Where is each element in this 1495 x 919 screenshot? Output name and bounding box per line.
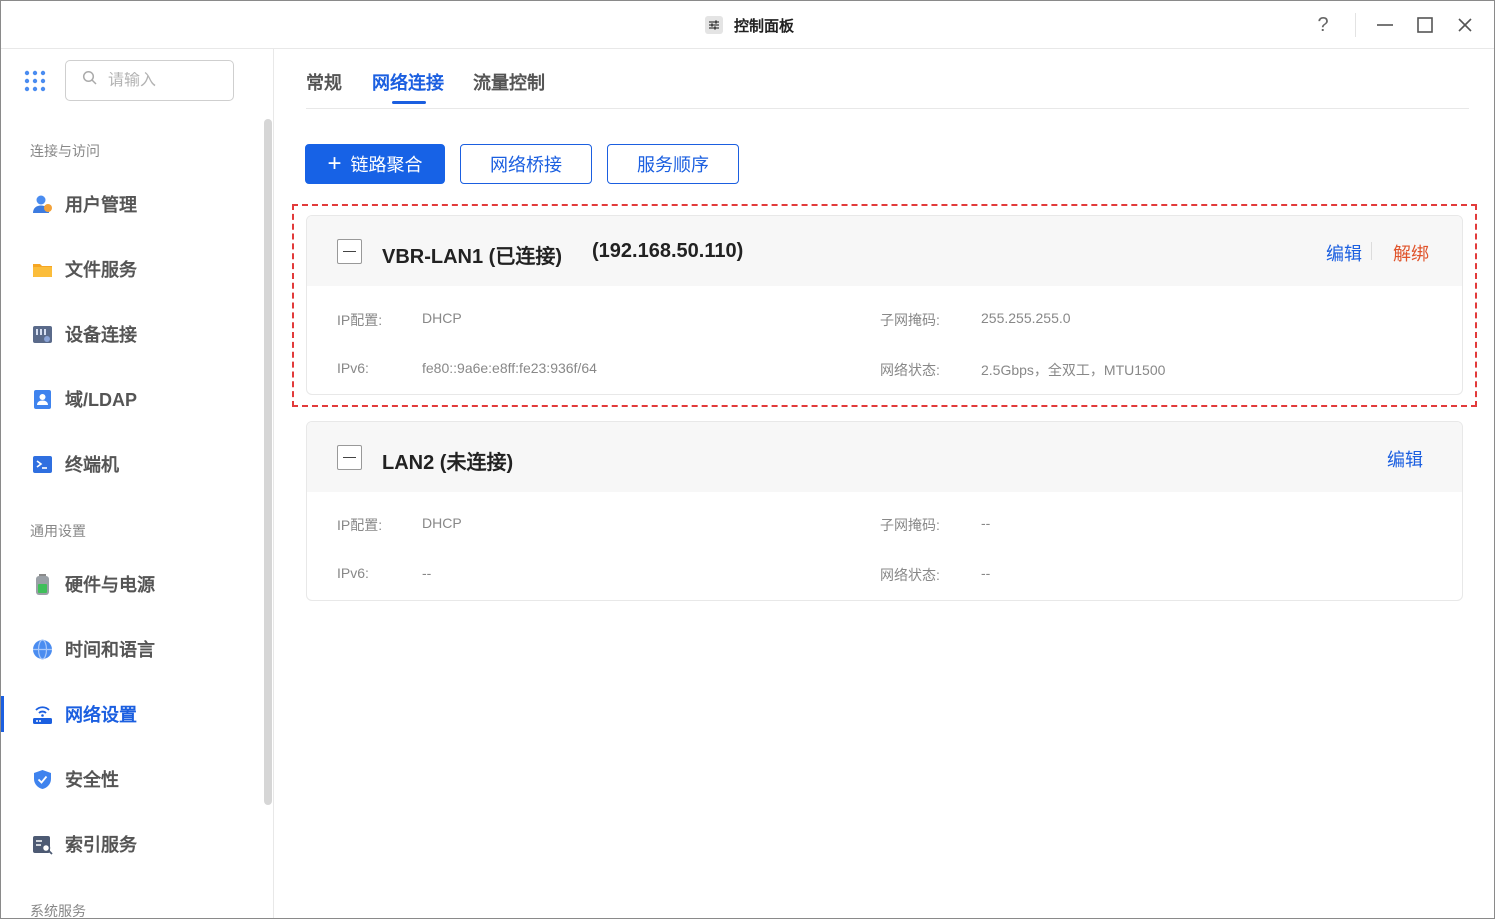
sidebar-item-terminal[interactable]: 终端机: [1, 442, 263, 486]
sidebar-item-time-language[interactable]: 时间和语言: [1, 627, 263, 671]
interface-name: VBR-LAN1 (已连接): [382, 246, 562, 268]
sidebar-item-label: 设备连接: [65, 325, 137, 345]
tab-traffic-control[interactable]: 流量控制: [473, 69, 545, 95]
network-status-value: --: [981, 565, 991, 581]
close-icon[interactable]: [1453, 13, 1477, 37]
plus-icon: +: [327, 150, 342, 177]
search-input[interactable]: [108, 71, 218, 90]
control-panel-window: 控制面板 ? 请输入 连接与访问 用户管理 文件服务 设备连接 域/LDAP 终…: [0, 0, 1495, 919]
tab-network-connection[interactable]: 网络连接: [372, 69, 444, 95]
ip-config-value: DHCP: [422, 515, 462, 531]
globe-icon: [32, 638, 53, 660]
collapse-button[interactable]: [337, 445, 362, 470]
link-separator: [1371, 242, 1372, 260]
search-box[interactable]: [65, 60, 234, 101]
service-order-button[interactable]: 服务顺序: [607, 144, 739, 184]
terminal-icon: [32, 454, 53, 475]
sidebar: 连接与访问 用户管理 文件服务 设备连接 域/LDAP: [1, 49, 274, 919]
window-title-group: 控制面板: [705, 14, 794, 36]
unbind-link[interactable]: 解绑: [1393, 240, 1429, 266]
maximize-icon[interactable]: [1413, 13, 1437, 37]
id-card-icon: [32, 389, 53, 410]
interface-card-lan2: LAN2 (未连接) 编辑 IP配置: DHCP 子网掩码: -- IPv6: …: [306, 421, 1463, 601]
shield-icon: [32, 769, 53, 790]
link-aggregation-button[interactable]: + 链路聚合: [305, 144, 445, 184]
sliders-icon: [705, 16, 723, 34]
edit-link[interactable]: 编辑: [1387, 446, 1423, 472]
interface-name: LAN2 (未连接): [382, 452, 514, 474]
sidebar-item-label: 索引服务: [65, 835, 137, 855]
sidebar-scrollbar[interactable]: [264, 119, 272, 805]
sidebar-item-label: 终端机: [65, 455, 119, 475]
tab-general[interactable]: 常规: [306, 69, 342, 95]
battery-icon: [32, 573, 53, 595]
sidebar-item-label: 文件服务: [65, 260, 137, 280]
section-title-connect: 连接与访问: [30, 143, 100, 159]
sidebar-item-hardware-power[interactable]: 硬件与电源: [1, 562, 263, 606]
section-title-system: 系统服务: [30, 903, 86, 919]
users-icon: [32, 194, 53, 215]
interface-card-vbr-lan1: VBR-LAN1 (已连接) (192.168.50.110) 编辑 解绑 IP…: [306, 215, 1463, 395]
sidebar-item-label: 域/LDAP: [65, 390, 137, 410]
sidebar-item-label: 时间和语言: [65, 640, 155, 660]
ipv6-label: IPv6:: [337, 565, 369, 581]
minimize-icon[interactable]: [1373, 13, 1397, 37]
folder-icon: [32, 259, 53, 280]
network-bridge-button[interactable]: 网络桥接: [460, 144, 592, 184]
tab-bar: 常规 网络连接 流量控制: [306, 49, 1469, 109]
edit-link[interactable]: 编辑: [1326, 240, 1362, 266]
interface-ip: (192.168.50.110): [592, 240, 744, 262]
sidebar-item-index-service[interactable]: 索引服务: [1, 822, 263, 866]
minus-icon: [343, 250, 356, 253]
subnet-value: 255.255.255.0: [981, 310, 1071, 326]
device-icon: [32, 324, 53, 345]
title-bar: 控制面板 ?: [1, 1, 1494, 49]
sidebar-item-label: 用户管理: [65, 195, 137, 215]
ip-config-label: IP配置:: [337, 312, 383, 328]
network-status-value: 2.5Gbps，全双工，MTU1500: [981, 362, 1166, 378]
network-status-label: 网络状态:: [880, 362, 940, 378]
title-separator: [1355, 13, 1356, 37]
sidebar-item-label: 硬件与电源: [65, 575, 155, 595]
sidebar-item-ldap[interactable]: 域/LDAP: [1, 377, 263, 421]
network-status-label: 网络状态:: [880, 567, 940, 583]
link-aggregation-label: 链路聚合: [350, 155, 423, 175]
interface-card-header: VBR-LAN1 (已连接) (192.168.50.110) 编辑 解绑: [307, 216, 1462, 286]
ipv6-label: IPv6:: [337, 360, 369, 376]
sidebar-item-device[interactable]: 设备连接: [1, 312, 263, 356]
section-title-general: 通用设置: [30, 523, 86, 539]
subnet-value: --: [981, 515, 991, 531]
collapse-button[interactable]: [337, 239, 362, 264]
ip-config-label: IP配置:: [337, 517, 383, 533]
router-icon: [32, 704, 53, 725]
active-tab-indicator: [392, 101, 426, 104]
interface-card-header: LAN2 (未连接) 编辑: [307, 422, 1462, 492]
ip-config-value: DHCP: [422, 310, 462, 326]
sidebar-item-users[interactable]: 用户管理: [1, 182, 263, 226]
sidebar-item-network[interactable]: 网络设置: [1, 692, 263, 736]
help-icon[interactable]: ?: [1311, 13, 1335, 37]
sidebar-item-label: 安全性: [65, 770, 119, 790]
ipv6-value: fe80::9a6e:e8ff:fe23:936f/64: [422, 360, 597, 376]
search-icon: [82, 70, 98, 91]
window-title: 控制面板: [734, 17, 795, 35]
apps-grid-icon[interactable]: [24, 70, 46, 92]
sidebar-item-label: 网络设置: [65, 705, 137, 725]
sidebar-item-security[interactable]: 安全性: [1, 757, 263, 801]
ipv6-value: --: [422, 565, 432, 581]
minus-icon: [343, 456, 356, 459]
index-icon: [32, 834, 53, 855]
subnet-label: 子网掩码:: [880, 312, 940, 328]
subnet-label: 子网掩码:: [880, 517, 940, 533]
sidebar-item-file-service[interactable]: 文件服务: [1, 247, 263, 291]
